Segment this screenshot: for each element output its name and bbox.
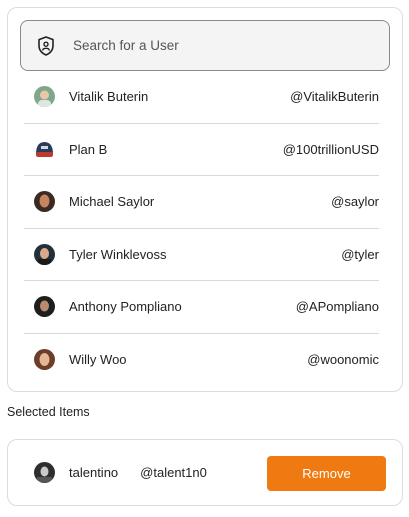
selected-user-name: talentino xyxy=(69,465,119,480)
user-name: Vitalik Buterin xyxy=(69,89,149,105)
user-list: Vitalik Buterin @VitalikButerin Plan B @… xyxy=(24,71,379,386)
selected-items-panel: talentino @talent1n0 Remove xyxy=(7,439,403,506)
remove-button[interactable]: Remove xyxy=(267,456,386,491)
search-box[interactable] xyxy=(20,20,390,71)
user-name: Anthony Pompliano xyxy=(69,299,182,315)
avatar xyxy=(34,296,55,318)
avatar xyxy=(34,462,55,483)
user-handle: @saylor xyxy=(331,194,379,210)
user-row[interactable]: Michael Saylor @saylor xyxy=(24,176,379,229)
avatar xyxy=(34,86,55,108)
user-row[interactable]: Anthony Pompliano @APompliano xyxy=(24,281,379,334)
user-picker-panel: Vitalik Buterin @VitalikButerin Plan B @… xyxy=(7,7,403,392)
user-name: Michael Saylor xyxy=(69,194,155,210)
user-row[interactable]: Willy Woo @woonomic xyxy=(24,334,379,387)
search-input[interactable] xyxy=(71,37,361,54)
selected-items-title: Selected Items xyxy=(7,405,90,419)
user-row[interactable]: Vitalik Buterin @VitalikButerin xyxy=(24,71,379,124)
user-handle: @woonomic xyxy=(307,352,379,368)
user-row[interactable]: Tyler Winklevoss @tyler xyxy=(24,229,379,281)
user-handle: @VitalikButerin xyxy=(290,89,379,105)
user-name: Tyler Winklevoss xyxy=(69,246,167,262)
avatar xyxy=(34,139,55,160)
shield-user-icon xyxy=(38,35,54,56)
user-name: Willy Woo xyxy=(69,352,127,368)
user-handle: @APompliano xyxy=(295,299,379,315)
avatar xyxy=(34,349,55,371)
user-name: Plan B xyxy=(69,141,108,157)
selected-user-handle: @talent1n0 xyxy=(140,465,207,480)
avatar xyxy=(34,191,55,213)
user-handle: @100trillionUSD xyxy=(282,141,379,157)
avatar xyxy=(34,243,55,265)
user-row[interactable]: Plan B @100trillionUSD xyxy=(24,124,379,176)
user-handle: @tyler xyxy=(341,246,379,262)
